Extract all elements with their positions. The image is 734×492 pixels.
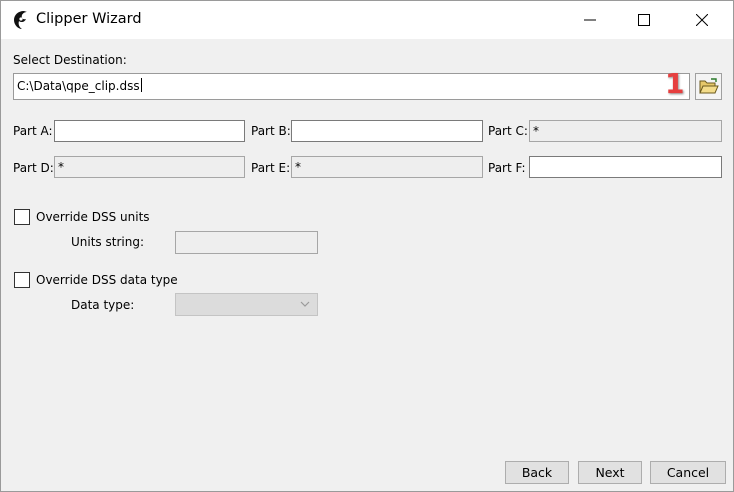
chevron-down-icon <box>300 301 310 307</box>
title-bar: Clipper Wizard <box>1 1 733 39</box>
maximize-icon <box>638 14 650 26</box>
units-string-input <box>175 231 318 254</box>
part-d-label: Part D: <box>13 161 54 175</box>
part-d-input: * <box>54 156 245 178</box>
part-f-input[interactable] <box>529 156 722 178</box>
app-logo-icon <box>14 11 27 29</box>
part-b-label: Part B: <box>251 124 291 138</box>
step-marker: 1 <box>665 67 685 100</box>
folder-open-icon <box>698 78 719 94</box>
data-type-label: Data type: <box>71 298 135 312</box>
window-title: Clipper Wizard <box>36 11 142 27</box>
destination-path-text: C:\Data\qpe_clip.dss <box>17 79 140 93</box>
select-destination-label: Select Destination: <box>13 53 127 67</box>
maximize-button[interactable] <box>621 1 667 39</box>
part-f-label: Part F: <box>488 161 526 175</box>
close-icon <box>696 14 708 26</box>
part-e-input: * <box>291 156 483 178</box>
next-button[interactable]: Next <box>578 461 642 484</box>
part-a-input[interactable] <box>54 120 245 142</box>
units-string-label: Units string: <box>71 235 144 249</box>
back-button[interactable]: Back <box>505 461 569 484</box>
data-type-select <box>175 293 318 316</box>
override-units-label: Override DSS units <box>36 210 150 224</box>
minimize-button[interactable] <box>567 1 613 39</box>
part-c-label: Part C: <box>488 124 528 138</box>
part-a-label: Part A: <box>13 124 53 138</box>
part-b-input[interactable] <box>291 120 483 142</box>
close-button[interactable] <box>679 1 725 39</box>
minimize-icon <box>584 19 596 21</box>
destination-path-input[interactable]: C:\Data\qpe_clip.dss <box>13 73 690 100</box>
part-c-input: * <box>529 120 722 142</box>
cancel-button[interactable]: Cancel <box>650 461 726 484</box>
override-data-type-label: Override DSS data type <box>36 273 178 287</box>
text-caret <box>140 78 142 92</box>
override-data-type-checkbox[interactable] <box>14 272 30 288</box>
part-e-label: Part E: <box>251 161 291 175</box>
override-units-checkbox[interactable] <box>14 209 30 225</box>
clipper-wizard-window: Clipper Wizard Select Destination: C:\Da… <box>0 0 734 492</box>
browse-button[interactable] <box>695 73 722 100</box>
